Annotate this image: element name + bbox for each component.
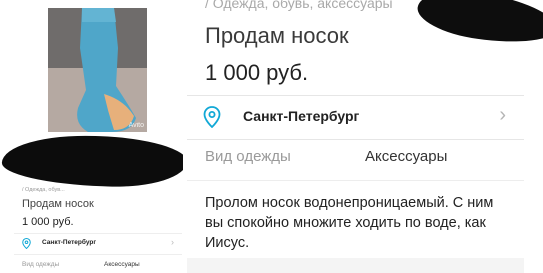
redaction-mark [414,0,543,50]
breadcrumb[interactable]: / Одежда, обув... [22,187,65,193]
item-description: Пролом носок водонепроницаемый. С ним вы… [205,195,494,251]
chevron-right-icon: › [171,237,174,247]
chevron-right-icon: › [499,104,506,126]
page-title: Продам носок [22,198,94,210]
clothing-type-value: Аксессуары [365,148,448,165]
price: 1 000 руб. [22,216,74,228]
sock-image [48,8,147,132]
clothing-type-value: Аксессуары [104,261,140,268]
clothing-type-label: Вид одежды [205,148,291,165]
location-row[interactable]: Санкт-Петербург › [187,95,524,140]
watermark: Avito [128,122,144,129]
location-pin-icon [203,106,221,128]
right-screenshot: / Одежда, обувь, аксессуары Продам носок… [187,0,543,273]
city-name: Санкт-Петербург [42,239,97,246]
left-screenshot: Avito / Одежда, обув... Продам носок 1 0… [0,0,183,273]
page-title: Продам носок [205,23,349,48]
clothing-type-label: Вид одежды [22,261,60,268]
item-photo[interactable]: Avito [48,8,147,132]
breadcrumb[interactable]: / Одежда, обувь, аксессуары [205,0,393,11]
clothing-type-row: Вид одежды Аксессуары [187,138,524,181]
city-name: Санкт-Петербург [243,108,360,124]
bottom-section [187,258,524,273]
location-pin-icon [22,238,31,249]
price: 1 000 руб. [205,60,309,85]
redaction-mark [1,132,183,190]
location-row[interactable]: Санкт-Петербург › [14,233,182,255]
